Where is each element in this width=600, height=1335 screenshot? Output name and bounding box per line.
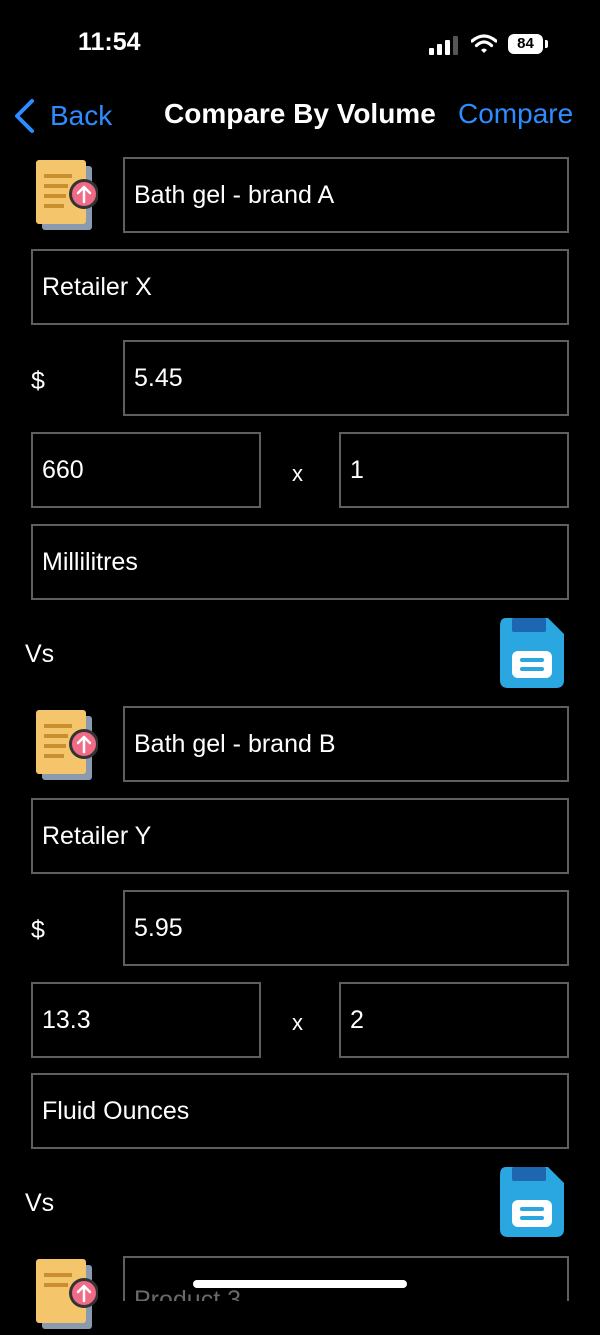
document-upload-icon[interactable] — [34, 1255, 98, 1335]
multiply-label: x — [292, 461, 303, 486]
product-name-placeholder: Product 3 — [134, 1286, 242, 1301]
retailer-field[interactable]: Retailer Y — [31, 798, 569, 874]
home-indicator — [193, 1280, 407, 1288]
multiply-label: x — [292, 1010, 303, 1035]
battery-indicator: 84 — [508, 34, 543, 54]
count-field[interactable]: 2 — [339, 982, 569, 1058]
product-name-field[interactable]: Bath gel - brand A — [123, 157, 569, 233]
count-field[interactable]: 1 — [339, 432, 569, 508]
unit-select[interactable]: Fluid Ounces — [31, 1073, 569, 1149]
currency-label: $ — [31, 916, 45, 944]
product-name-field[interactable]: Product 3 — [123, 1256, 569, 1301]
wifi-icon — [471, 34, 497, 53]
compare-button[interactable]: Compare — [458, 98, 573, 130]
save-icon[interactable] — [500, 1167, 564, 1237]
price-field[interactable]: 5.45 — [123, 340, 569, 416]
price-field[interactable]: 5.95 — [123, 890, 569, 966]
quantity-field[interactable]: 660 — [31, 432, 261, 508]
save-icon[interactable] — [500, 618, 564, 688]
product-name-field[interactable]: Bath gel - brand B — [123, 706, 569, 782]
unit-select[interactable]: Millilitres — [31, 524, 569, 600]
battery-tip — [545, 40, 548, 48]
status-time: 11:54 — [78, 28, 141, 56]
currency-label: $ — [31, 367, 45, 395]
document-upload-icon[interactable] — [34, 156, 98, 236]
vs-label: Vs — [25, 640, 55, 668]
back-label: Back — [50, 100, 113, 131]
signal-icon — [429, 36, 458, 55]
chevron-left-icon — [15, 99, 34, 133]
quantity-field[interactable]: 13.3 — [31, 982, 261, 1058]
document-upload-icon[interactable] — [34, 706, 98, 786]
page-title: Compare By Volume — [164, 98, 436, 129]
retailer-field[interactable]: Retailer X — [31, 249, 569, 325]
vs-label: Vs — [25, 1189, 55, 1217]
back-button[interactable]: Back — [12, 96, 112, 136]
